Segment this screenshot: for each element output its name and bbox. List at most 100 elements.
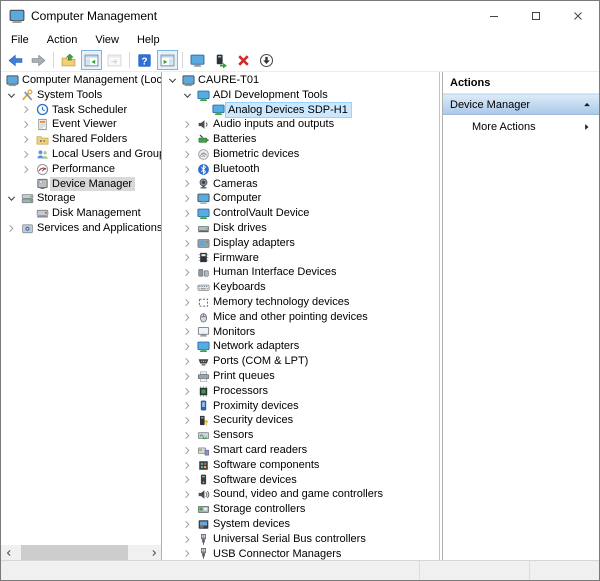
chevron-right-icon[interactable] <box>180 326 195 337</box>
tree-item-smart-card-readers[interactable]: Smart card readers <box>162 443 439 458</box>
tree-item-storage[interactable]: Storage <box>1 191 161 206</box>
chevron-right-icon[interactable] <box>180 238 195 249</box>
maximize-button[interactable] <box>515 1 557 30</box>
tree-item-display-adapters[interactable]: Display adapters <box>162 236 439 251</box>
tree-item-keyboards[interactable]: Keyboards <box>162 280 439 295</box>
chevron-right-icon[interactable] <box>180 252 195 263</box>
tree-item-storage-controllers[interactable]: Storage controllers <box>162 502 439 517</box>
tree-item-mice-and-other-pointing-devices[interactable]: Mice and other pointing devices <box>162 310 439 325</box>
tree-item-batteries[interactable]: Batteries <box>162 132 439 147</box>
scroll-right-arrow-icon[interactable] <box>146 545 161 560</box>
help-button[interactable]: ? <box>134 50 155 70</box>
chevron-down-icon[interactable] <box>4 193 19 204</box>
tree-item-cameras[interactable]: Cameras <box>162 177 439 192</box>
actions-group-device-manager[interactable]: Device Manager <box>443 94 599 115</box>
tree-item-print-queues[interactable]: Print queues <box>162 369 439 384</box>
menu-action[interactable]: Action <box>38 32 87 48</box>
update-driver-button[interactable] <box>210 50 231 70</box>
chevron-right-icon[interactable] <box>180 193 195 204</box>
chevron-down-icon[interactable] <box>180 90 195 101</box>
chevron-right-icon[interactable] <box>180 297 195 308</box>
tree-item-network-adapters[interactable]: Network adapters <box>162 339 439 354</box>
tree-item-proximity-devices[interactable]: Proximity devices <box>162 399 439 414</box>
chevron-right-icon[interactable] <box>180 474 195 485</box>
chevron-right-icon[interactable] <box>19 134 34 145</box>
menu-view[interactable]: View <box>86 32 128 48</box>
chevron-right-icon[interactable] <box>180 356 195 367</box>
show-console-tree-button[interactable] <box>81 50 102 70</box>
tree-item-services-and-applications[interactable]: Services and Applications <box>1 221 161 236</box>
tree-item-usb-connector-managers[interactable]: USB Connector Managers <box>162 547 439 561</box>
scan-hardware-changes-button[interactable] <box>187 50 208 70</box>
show-action-pane-button[interactable] <box>157 50 178 70</box>
chevron-right-icon[interactable] <box>180 164 195 175</box>
chevron-right-icon[interactable] <box>180 519 195 530</box>
tree-item-local-users-and-groups[interactable]: Local Users and Groups <box>1 147 161 162</box>
tree-item-sound-video-and-game-controllers[interactable]: Sound, video and game controllers <box>162 487 439 502</box>
menu-help[interactable]: Help <box>128 32 169 48</box>
tree-item-monitors[interactable]: Monitors <box>162 325 439 340</box>
tree-item-firmware[interactable]: Firmware <box>162 251 439 266</box>
tree-item-computer-management-local[interactable]: Computer Management (Local <box>1 73 161 88</box>
chevron-right-icon[interactable] <box>180 534 195 545</box>
tree-item-audio-inputs-and-outputs[interactable]: Audio inputs and outputs <box>162 117 439 132</box>
chevron-right-icon[interactable] <box>180 134 195 145</box>
chevron-right-icon[interactable] <box>180 223 195 234</box>
chevron-right-icon[interactable] <box>180 445 195 456</box>
tree-item-disk-drives[interactable]: Disk drives <box>162 221 439 236</box>
chevron-right-icon[interactable] <box>180 504 195 515</box>
menu-file[interactable]: File <box>2 32 38 48</box>
chevron-right-icon[interactable] <box>19 164 34 175</box>
tree-item-performance[interactable]: Performance <box>1 162 161 177</box>
tree-item-event-viewer[interactable]: Event Viewer <box>1 117 161 132</box>
scrollbar-thumb[interactable] <box>21 545 128 560</box>
tree-item-adi-development-tools[interactable]: ADI Development Tools <box>162 88 439 103</box>
chevron-right-icon[interactable] <box>180 149 195 160</box>
forward-button[interactable] <box>28 50 49 70</box>
up-one-level-button[interactable] <box>58 50 79 70</box>
uninstall-device-button[interactable] <box>233 50 254 70</box>
chevron-right-icon[interactable] <box>180 489 195 500</box>
chevron-right-icon[interactable] <box>180 178 195 189</box>
tree-item-ports-com-lpt[interactable]: Ports (COM & LPT) <box>162 354 439 369</box>
chevron-right-icon[interactable] <box>4 223 19 234</box>
tree-item-shared-folders[interactable]: Shared Folders <box>1 132 161 147</box>
tree-item-system-tools[interactable]: System Tools <box>1 88 161 103</box>
chevron-right-icon[interactable] <box>180 415 195 426</box>
tree-item-universal-serial-bus-controllers[interactable]: Universal Serial Bus controllers <box>162 532 439 547</box>
tree-item-system-devices[interactable]: System devices <box>162 517 439 532</box>
tree-item-processors[interactable]: Processors <box>162 384 439 399</box>
chevron-right-icon[interactable] <box>180 341 195 352</box>
chevron-right-icon[interactable] <box>180 386 195 397</box>
chevron-right-icon[interactable] <box>180 282 195 293</box>
tree-item-biometric-devices[interactable]: Biometric devices <box>162 147 439 162</box>
chevron-right-icon[interactable] <box>180 371 195 382</box>
chevron-right-icon[interactable] <box>19 149 34 160</box>
chevron-right-icon[interactable] <box>180 267 195 278</box>
chevron-right-icon[interactable] <box>19 119 34 130</box>
tree-item-bluetooth[interactable]: Bluetooth <box>162 162 439 177</box>
tree-item-sensors[interactable]: Sensors <box>162 428 439 443</box>
disable-device-button[interactable] <box>256 50 277 70</box>
tree-item-disk-management[interactable]: Disk Management <box>1 206 161 221</box>
back-button[interactable] <box>5 50 26 70</box>
tree-item-device-manager[interactable]: Device Manager <box>1 177 161 192</box>
chevron-down-icon[interactable] <box>4 90 19 101</box>
chevron-right-icon[interactable] <box>180 548 195 559</box>
collapse-group-icon[interactable] <box>582 100 592 110</box>
scroll-left-arrow-icon[interactable] <box>1 545 16 560</box>
tree-item-human-interface-devices[interactable]: Human Interface Devices <box>162 265 439 280</box>
chevron-right-icon[interactable] <box>180 119 195 130</box>
tree-item-software-components[interactable]: Software components <box>162 458 439 473</box>
tree-item-controlvault-device[interactable]: ControlVault Device <box>162 206 439 221</box>
minimize-button[interactable] <box>473 1 515 30</box>
more-actions-item[interactable]: More Actions <box>443 115 599 138</box>
horizontal-scrollbar[interactable] <box>1 545 161 560</box>
chevron-right-icon[interactable] <box>180 312 195 323</box>
tree-item-security-devices[interactable]: Security devices <box>162 413 439 428</box>
chevron-right-icon[interactable] <box>180 208 195 219</box>
tree-item-software-devices[interactable]: Software devices <box>162 473 439 488</box>
chevron-right-icon[interactable] <box>180 430 195 441</box>
chevron-down-icon[interactable] <box>165 75 180 86</box>
tree-item-task-scheduler[interactable]: Task Scheduler <box>1 103 161 118</box>
